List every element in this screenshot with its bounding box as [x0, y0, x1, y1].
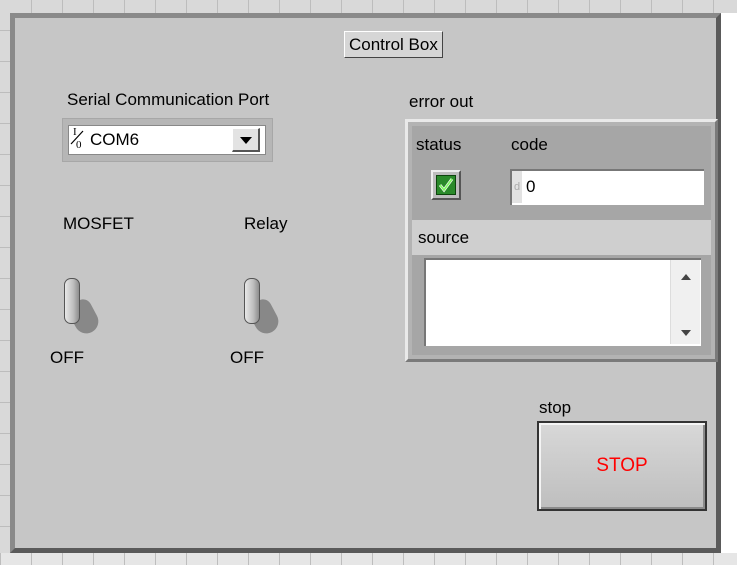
serial-port-dropdown-button[interactable]: [232, 128, 260, 152]
code-field[interactable]: [510, 169, 704, 205]
status-label: status: [416, 135, 462, 154]
relay-toggle-switch[interactable]: [240, 276, 284, 338]
stop-label: stop: [539, 398, 572, 417]
code-label: code: [511, 135, 548, 154]
mosfet-state: OFF: [50, 348, 84, 367]
code-value: 0: [526, 177, 536, 196]
source-field[interactable]: [424, 258, 701, 346]
grid-ruler-top: [0, 0, 737, 13]
serial-port-value: COM6: [90, 130, 140, 149]
code-radix-indicator[interactable]: d: [512, 171, 522, 203]
relay-label: Relay: [244, 214, 288, 233]
svg-text:0: 0: [76, 139, 82, 151]
svg-text:I: I: [73, 126, 77, 138]
source-scrollbar[interactable]: [670, 260, 700, 344]
grid-ruler-left: [0, 0, 10, 565]
relay-state: OFF: [230, 348, 264, 367]
serial-port-label: Serial Communication Port: [67, 90, 270, 109]
stop-button[interactable]: STOP: [537, 421, 707, 511]
scroll-up-arrow-icon[interactable]: [681, 274, 691, 280]
source-label: source: [418, 228, 470, 247]
io-icon: I 0: [70, 125, 86, 153]
triangle-down-icon: [240, 137, 252, 144]
mosfet-label: MOSFET: [63, 214, 134, 233]
mosfet-toggle-switch[interactable]: [60, 276, 104, 338]
scroll-down-arrow-icon[interactable]: [681, 330, 691, 336]
green-checkmark-icon: [436, 175, 456, 195]
status-indicator[interactable]: [431, 170, 461, 200]
panel-title: Control Box: [344, 31, 443, 58]
grid-ruler-bottom: [0, 553, 737, 565]
error-out-label: error out: [409, 92, 474, 111]
